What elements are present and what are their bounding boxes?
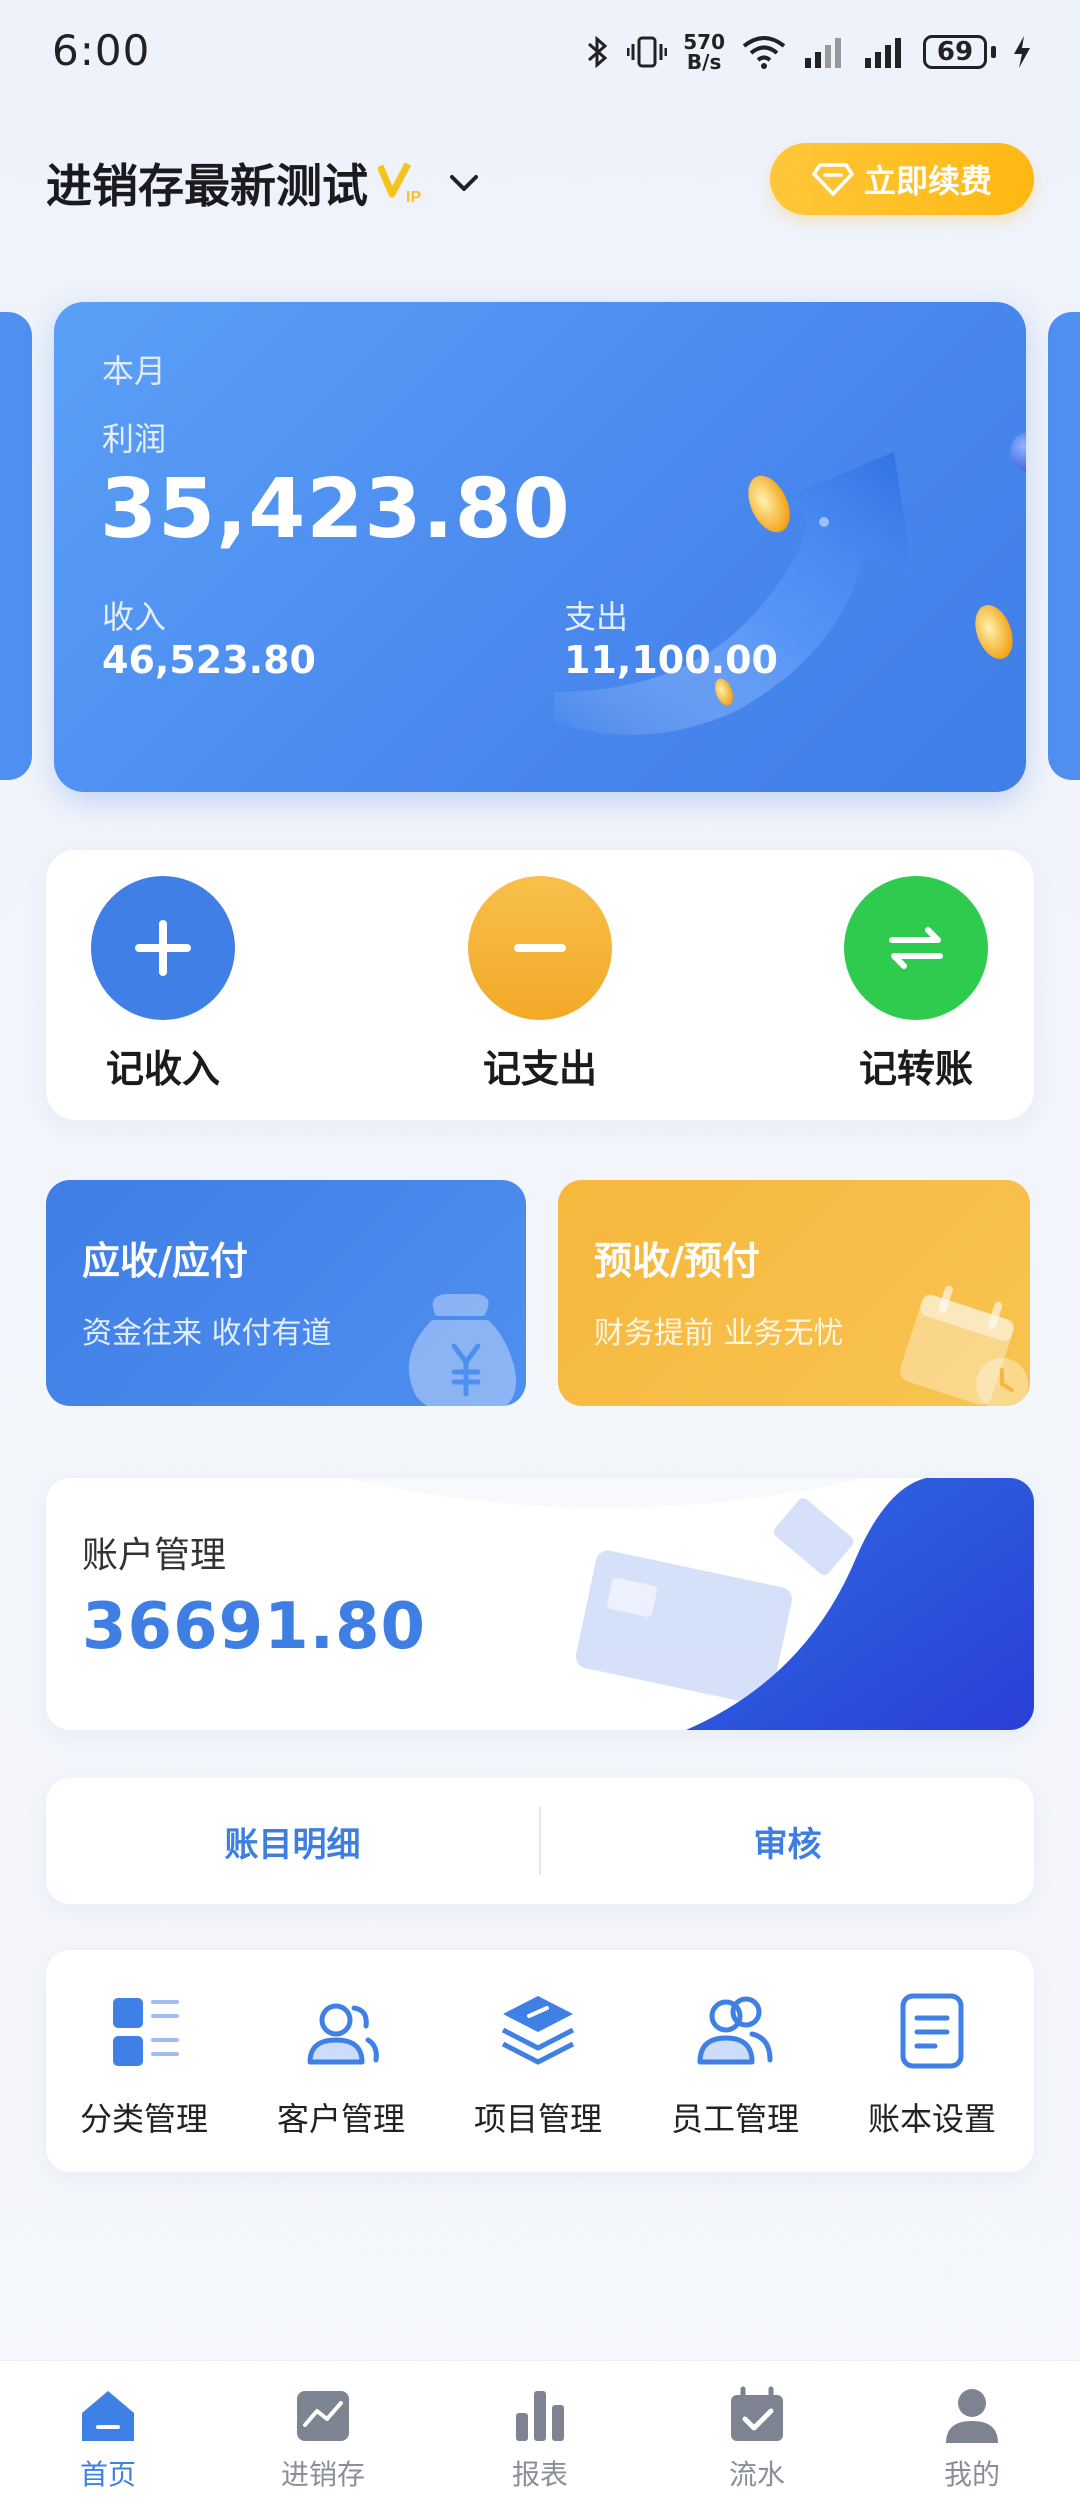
- record-income-button[interactable]: 记收入: [63, 876, 263, 1093]
- vibrate-icon: [627, 36, 668, 68]
- advance-payment-card[interactable]: 预收/预付 财务提前 业务无忧: [558, 1180, 1030, 1406]
- minus-icon: [468, 876, 612, 1020]
- record-expense-button[interactable]: 记支出: [440, 876, 640, 1093]
- income-value: 46,523.80: [102, 638, 316, 682]
- record-transfer-label: 记转账: [858, 1047, 973, 1091]
- tool-category[interactable]: 分类管理: [54, 1986, 234, 2140]
- vip-badge-icon: IP: [378, 162, 421, 206]
- renew-label: 立即续费: [863, 162, 992, 200]
- bluetooth-icon: [588, 35, 608, 69]
- net-speed: 570 B/s: [683, 32, 725, 72]
- money-bag-icon: [408, 1294, 517, 1406]
- signal-icon: [805, 38, 841, 68]
- tab-profile-label: 我的: [943, 2458, 1000, 2491]
- diamond-icon: [812, 163, 854, 196]
- inventory-icon: [297, 2391, 349, 2441]
- advance-payment-title: 预收/预付: [594, 1239, 760, 1283]
- status-time: 6:00: [52, 26, 151, 75]
- tool-book-settings-label: 账本设置: [867, 2100, 996, 2138]
- tab-flow[interactable]: 流水: [687, 2383, 827, 2493]
- account-management-card[interactable]: 账户管理 36691.80: [46, 1478, 1034, 1730]
- receivable-payable-title: 应收/应付: [82, 1239, 248, 1283]
- renew-button[interactable]: 立即续费: [770, 143, 1034, 215]
- calendar-clock-icon: [900, 1285, 1028, 1406]
- tab-report[interactable]: 报表: [470, 2383, 610, 2493]
- employees-icon: [697, 1996, 773, 2065]
- receivable-payable-card[interactable]: 应收/应付 资金往来 收付有道: [46, 1180, 526, 1406]
- account-label: 账户管理: [82, 1535, 227, 1576]
- tool-projects-label: 项目管理: [473, 2100, 602, 2138]
- record-income-label: 记收入: [105, 1047, 220, 1091]
- signal-icon-2: [865, 38, 901, 68]
- carousel-prev-card[interactable]: [0, 312, 32, 780]
- book-name: 进销存最新测试: [46, 159, 368, 213]
- account-balance: 36691.80: [82, 1590, 427, 1664]
- svg-text:IP: IP: [406, 189, 421, 206]
- book-settings-icon: [900, 1993, 964, 2069]
- tab-profile[interactable]: 我的: [902, 2383, 1042, 2493]
- tool-employees[interactable]: 员工管理: [645, 1986, 825, 2140]
- customers-icon: [307, 2003, 379, 2065]
- tab-flow-label: 流水: [728, 2458, 785, 2491]
- chevron-down-icon: [450, 175, 478, 191]
- period-label: 本月: [102, 352, 167, 390]
- category-icon: [113, 1998, 179, 2066]
- wifi-icon: [742, 36, 786, 69]
- tool-category-label: 分类管理: [79, 2100, 208, 2138]
- tab-report-label: 报表: [511, 2458, 568, 2491]
- report-icon: [516, 2391, 564, 2441]
- management-tools: 分类管理 客户管理 项目管理 员工管理 账本设置: [46, 1950, 1034, 2172]
- tab-inventory-label: 进销存: [280, 2458, 365, 2491]
- net-speed-unit: B/s: [686, 50, 722, 74]
- ledger-detail-link[interactable]: 账目明细: [46, 1817, 539, 1866]
- tab-home[interactable]: 首页: [38, 2383, 178, 2493]
- book-switcher[interactable]: 进销存最新测试 IP: [46, 150, 484, 216]
- record-expense-label: 记支出: [482, 1047, 597, 1091]
- tab-home-label: 首页: [79, 2458, 136, 2491]
- battery-icon: 69: [923, 35, 987, 69]
- quick-actions: 记收入 记支出 记转账: [46, 850, 1034, 1120]
- flow-icon: [731, 2386, 783, 2441]
- tab-inventory[interactable]: 进销存: [253, 2383, 393, 2493]
- ledger-links: 账目明细 审核: [46, 1778, 1034, 1904]
- expense-label: 支出: [564, 598, 629, 636]
- advance-payment-subtitle: 财务提前 业务无忧: [594, 1316, 844, 1351]
- tool-projects[interactable]: 项目管理: [448, 1986, 628, 2140]
- tool-customers-label: 客户管理: [276, 2100, 405, 2138]
- status-icons: 570 B/s 69: [585, 28, 1032, 76]
- profit-label: 利润: [102, 420, 167, 458]
- profit-card[interactable]: 本月 利润 35,423.80 收入 46,523.80 支出 11,100.0…: [54, 302, 1026, 792]
- expense-value: 11,100.00: [564, 638, 778, 682]
- record-transfer-button[interactable]: 记转账: [816, 876, 1016, 1093]
- projects-icon: [501, 1996, 575, 2065]
- income-label: 收入: [102, 598, 167, 636]
- bottom-tab-bar: 首页 进销存 报表 流水 我的: [0, 2360, 1080, 2505]
- tool-customers[interactable]: 客户管理: [251, 1986, 431, 2140]
- growth-arrow-illustration: [554, 432, 1026, 735]
- charging-icon: [1014, 36, 1030, 68]
- plus-icon: [91, 876, 235, 1020]
- battery-cap: [991, 46, 996, 58]
- audit-link[interactable]: 审核: [541, 1817, 1034, 1866]
- home-icon: [82, 2391, 134, 2441]
- transfer-icon: [844, 876, 988, 1020]
- receivable-payable-subtitle: 资金往来 收付有道: [82, 1316, 332, 1351]
- carousel-next-card[interactable]: [1048, 312, 1080, 780]
- net-speed-value: 570: [683, 30, 725, 54]
- profile-icon: [946, 2389, 998, 2443]
- tool-employees-label: 员工管理: [670, 2100, 799, 2138]
- tool-book-settings[interactable]: 账本设置: [842, 1986, 1022, 2140]
- profit-value: 35,423.80: [100, 462, 571, 557]
